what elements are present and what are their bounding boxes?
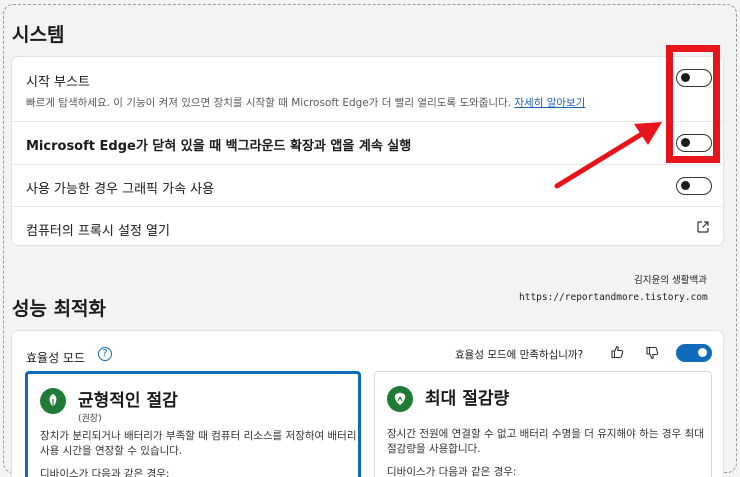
external-link-icon[interactable] [696, 220, 710, 234]
watermark-url: https://reportandmore.tistory.com [519, 292, 708, 303]
startup-boost-description: 빠르게 탐색하세요. 이 기능이 켜져 있으면 장치를 시작할 때 Micros… [26, 95, 585, 110]
watermark-author: 김지윤의 생활백과 [634, 275, 707, 286]
maximum-savings-footer: 디바이스가 다음과 같은 경우: [387, 466, 517, 477]
balanced-savings-option[interactable]: 균형적인 절감 (권장) 장치가 분리되거나 배터리가 부족할 때 컴퓨터 리소… [25, 371, 361, 477]
background-apps-row: Microsoft Edge가 닫혀 있을 때 백그라운드 확장과 앱을 계속 … [12, 121, 723, 164]
toggle-knob [698, 348, 707, 357]
balanced-savings-description: 장치가 분리되거나 배터리가 부족할 때 컴퓨터 리소스를 저장하여 배터리 사… [40, 430, 357, 457]
performance-section-title: 성능 최적화 [12, 298, 107, 320]
maximum-savings-title: 최대 절감량 [425, 389, 510, 409]
system-settings-card: 시작 부스트 빠르게 탐색하세요. 이 기능이 켜져 있으면 장치를 시작할 때… [11, 56, 724, 246]
leaf-icon [40, 388, 66, 414]
startup-boost-row: 시작 부스트 빠르게 탐색하세요. 이 기능이 켜져 있으면 장치를 시작할 때… [12, 57, 723, 121]
maximum-savings-description: 장시간 전원에 연결할 수 없고 배터리 수명을 더 유지해야 하는 경우 최대… [387, 428, 704, 455]
balanced-savings-recommended: (권장) [78, 414, 102, 424]
learn-more-link[interactable]: 자세히 알아보기 [514, 97, 585, 109]
efficiency-feedback-question: 효율성 모드에 만족하십니까? [455, 349, 584, 361]
thumbs-up-icon[interactable] [610, 345, 624, 359]
highlight-box [666, 45, 720, 163]
efficiency-mode-label: 효율성 모드 [26, 351, 86, 365]
maximum-savings-option[interactable]: 최대 절감량 장시간 전원에 연결할 수 없고 배터리 수명을 더 유지해야 하… [374, 371, 712, 477]
toggle-knob [681, 181, 690, 190]
startup-boost-label: 시작 부스트 [26, 75, 90, 90]
graphics-acceleration-toggle[interactable] [676, 177, 712, 195]
system-section-title: 시스템 [12, 24, 65, 46]
proxy-settings-row[interactable]: 컴퓨터의 프록시 설정 열기 [12, 206, 723, 247]
help-icon[interactable]: ? [98, 347, 112, 361]
leaf-icon [387, 386, 413, 412]
balanced-savings-footer: 디바이스가 다음과 같은 경우: [40, 468, 170, 477]
graphics-acceleration-label: 사용 가능한 경우 그래픽 가속 사용 [26, 182, 215, 197]
proxy-settings-label: 컴퓨터의 프록시 설정 열기 [26, 224, 170, 239]
thumbs-down-icon[interactable] [645, 346, 659, 360]
graphics-acceleration-row: 사용 가능한 경우 그래픽 가속 사용 [12, 164, 723, 206]
balanced-savings-title: 균형적인 절감 [78, 391, 178, 411]
performance-card: 효율성 모드 ? 효율성 모드에 만족하십니까? 균형적인 절감 (권장) 장치… [11, 330, 724, 477]
background-apps-label: Microsoft Edge가 닫혀 있을 때 백그라운드 확장과 앱을 계속 … [26, 139, 412, 154]
efficiency-mode-toggle[interactable] [676, 344, 712, 362]
startup-boost-description-text: 빠르게 탐색하세요. 이 기능이 켜져 있으면 장치를 시작할 때 Micros… [26, 97, 512, 109]
